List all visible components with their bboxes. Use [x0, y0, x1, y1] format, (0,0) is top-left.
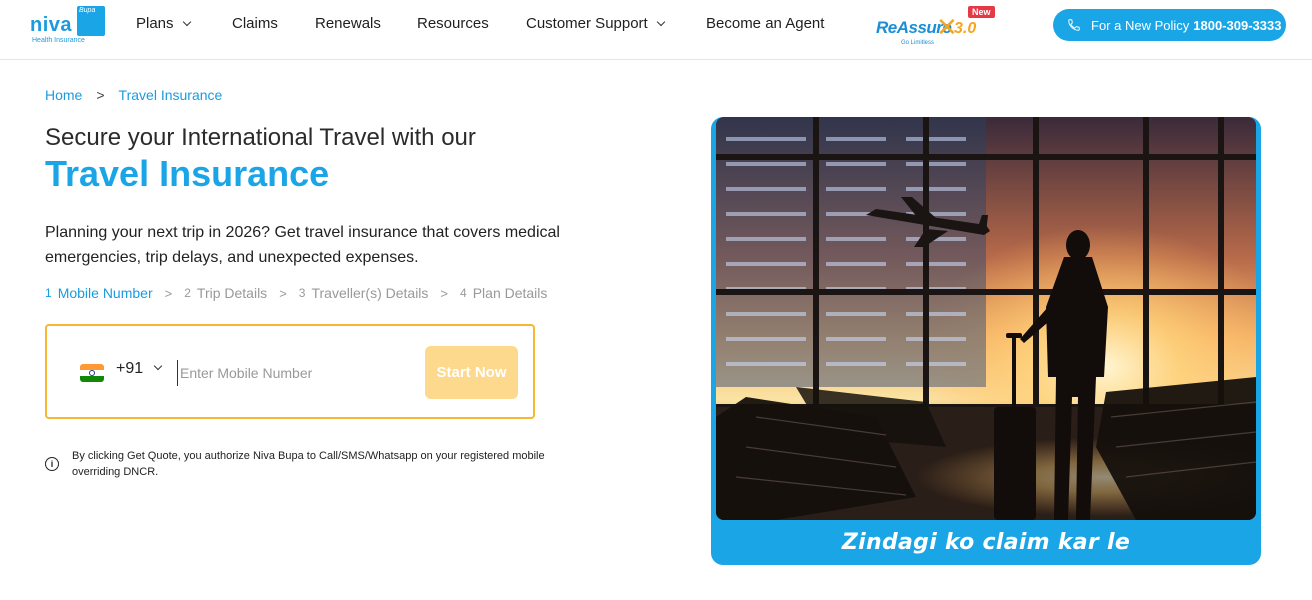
nav-renewals-label: Renewals [315, 15, 381, 32]
new-policy-call-button[interactable]: For a New Policy 1800-309-3333 [1053, 9, 1286, 41]
nav-become-agent[interactable]: Become an Agent [706, 15, 824, 32]
step-plan-details: 4 Plan Details [460, 285, 547, 301]
consent-disclaimer: i By clicking Get Quote, you authorize N… [45, 448, 585, 480]
nav-claims-label: Claims [232, 15, 278, 32]
nav-resources[interactable]: Resources [417, 15, 489, 32]
breadcrumb-separator: > [96, 87, 105, 103]
step-label: Trip Details [196, 285, 268, 301]
logo-word: niva [30, 14, 73, 36]
nav-plans-label: Plans [136, 15, 174, 32]
chevron-down-icon [182, 17, 191, 27]
site-header: niva Bupa Health Insurance Plans Claims … [0, 0, 1312, 60]
step-label: Mobile Number [57, 285, 153, 301]
step-number: 1 [45, 286, 52, 300]
new-badge: New [968, 6, 995, 18]
step-label: Plan Details [472, 285, 548, 301]
nav-claims[interactable]: Claims [232, 15, 278, 32]
cta-label: For a New Policy [1091, 17, 1190, 33]
breadcrumb-current[interactable]: Travel Insurance [119, 87, 223, 103]
nav-resources-label: Resources [417, 15, 489, 32]
nav-renewals[interactable]: Renewals [315, 15, 381, 32]
step-separator: > [279, 285, 287, 301]
reassure-logo[interactable]: ReAssure ✕ 3.0 Go Limitless New [874, 6, 995, 50]
step-separator: > [164, 285, 173, 301]
mobile-number-input[interactable] [177, 360, 397, 386]
mobile-form: +91 Start Now [45, 324, 535, 419]
reassure-version: 3.0 [954, 20, 977, 37]
nav-customer-support-label: Customer Support [526, 15, 648, 32]
page-title-line1: Secure your International Travel with ou… [45, 124, 476, 151]
progress-steps: 1 Mobile Number > 2 Trip Details > 3 Travel… [45, 285, 547, 301]
step-number: 4 [460, 286, 467, 300]
disclaimer-text: By clicking Get Quote, you authorize Niv… [72, 450, 545, 478]
bupa-badge: Bupa [77, 6, 105, 36]
traveler-airport-image [716, 117, 1256, 520]
india-flag-icon [80, 364, 104, 382]
page-title-line2: Travel Insurance [45, 153, 330, 194]
hero-banner: Zindagi ko claim kar le [711, 117, 1261, 565]
chevron-down-icon [656, 17, 665, 27]
hero-caption: Zindagi ko claim kar le [841, 529, 1131, 555]
country-code-select[interactable]: +91 [116, 360, 163, 378]
chevron-down-icon [153, 361, 163, 371]
step-traveller-details: 3 Traveller(s) Details [299, 285, 429, 301]
breadcrumb: Home > Travel Insurance [45, 87, 222, 103]
info-icon: i [45, 457, 59, 471]
reassure-tagline: Go Limitless [901, 40, 935, 46]
step-separator: > [440, 285, 449, 301]
step-number: 2 [184, 286, 191, 300]
nav-plans[interactable]: Plans [136, 15, 191, 32]
niva-bupa-logo[interactable]: niva Bupa Health Insurance [30, 6, 106, 46]
nav-become-agent-label: Become an Agent [706, 15, 825, 32]
logo-subtitle: Health Insurance [32, 37, 85, 44]
start-now-button[interactable]: Start Now [425, 346, 518, 399]
breadcrumb-home[interactable]: Home [45, 87, 82, 103]
page-description: Planning your next trip in 2026? Get tra… [45, 224, 560, 266]
country-code: +91 [116, 360, 144, 377]
nav-customer-support[interactable]: Customer Support [526, 15, 665, 32]
phone-icon [1068, 19, 1080, 31]
step-label: Traveller(s) Details [311, 285, 429, 301]
step-mobile-number: 1 Mobile Number [45, 285, 153, 301]
cta-phone-number: 1800-309-3333 [1193, 17, 1282, 33]
step-number: 3 [298, 286, 306, 300]
bupa-badge-text: Bupa [79, 7, 96, 14]
step-trip-details: 2 Trip Details [184, 285, 267, 301]
